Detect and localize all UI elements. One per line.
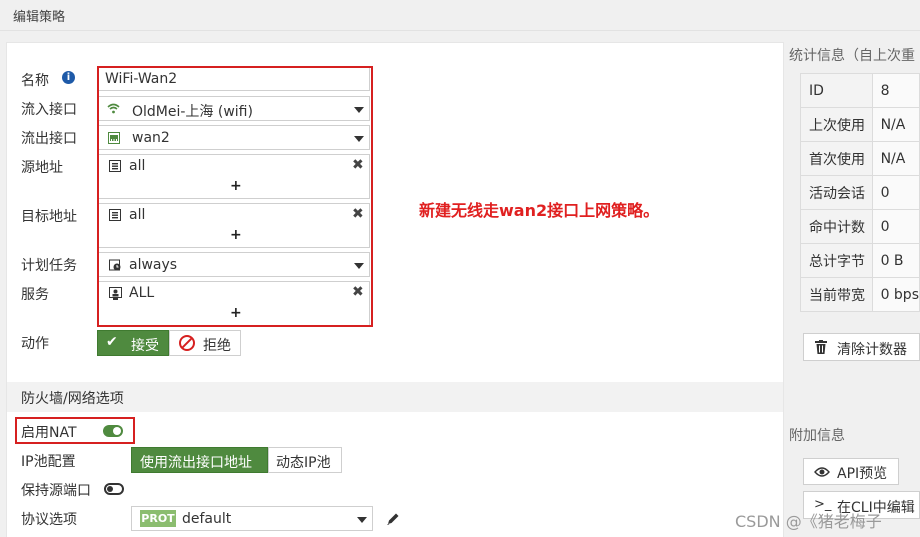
add-destination-button[interactable]: + (230, 227, 242, 243)
add-service-button[interactable]: + (230, 305, 242, 321)
chevron-down-icon (354, 107, 364, 113)
accept-button[interactable]: ✔ 接受 (97, 330, 169, 356)
info-icon[interactable]: i (62, 71, 75, 84)
stat-key: 总计字节 (800, 243, 873, 278)
source-address-value: all (129, 158, 146, 174)
watermark: CSDN @《猪老梅子 (735, 512, 882, 531)
source-address-field[interactable]: all ✖ + (98, 154, 370, 199)
api-preview-label: API预览 (837, 466, 888, 482)
service-icon (109, 287, 122, 300)
protocol-value: default (182, 511, 232, 527)
protocol-options-label: 协议选项 (21, 512, 77, 528)
remove-icon[interactable]: ✖ (352, 157, 364, 173)
stat-value: 0 (871, 209, 920, 244)
eye-icon (814, 467, 830, 477)
outgoing-interface-label: 流出接口 (21, 131, 77, 147)
table-row: 上次使用 N/A (800, 107, 920, 142)
statistics-table: ID 8 上次使用 N/A 首次使用 N/A 活动会话 0 命中计数 0 总计字节 0 B … (800, 73, 920, 312)
service-value: ALL (129, 285, 155, 301)
chevron-down-icon (354, 136, 364, 142)
annotation-text: 新建无线走wan2接口上网策略。 (419, 201, 660, 220)
outgoing-interface-value: wan2 (132, 130, 170, 146)
source-address-label: 源地址 (21, 160, 63, 176)
add-source-button[interactable]: + (230, 178, 242, 194)
policy-form-panel: 名称 i WiFi-Wan2 流入接口 OldMei-上海 (wifi) 流出接… (6, 42, 784, 537)
incoming-interface-label: 流入接口 (21, 102, 77, 118)
stat-value: 8 (871, 73, 920, 108)
use-outgoing-interface-option[interactable]: 使用流出接口地址 (131, 447, 268, 473)
firewall-options-section: 防火墙/网络选项 (7, 382, 783, 412)
stat-value: 0 (871, 175, 920, 210)
dynamic-ip-pool-option[interactable]: 动态IP池 (268, 447, 342, 473)
remove-icon[interactable]: ✖ (352, 206, 364, 222)
destination-address-label: 目标地址 (21, 209, 77, 225)
schedule-select[interactable]: always (98, 252, 370, 277)
edit-pencil-icon[interactable] (385, 511, 401, 527)
check-icon: ✔ (106, 334, 118, 350)
top-bar: 编辑策略 (0, 0, 920, 31)
clear-counters-label: 清除计数器 (837, 342, 907, 358)
page-title: 编辑策略 (13, 10, 66, 25)
name-label: 名称 (21, 73, 49, 89)
chevron-down-icon (354, 263, 364, 269)
preserve-port-label: 保持源端口 (21, 483, 91, 499)
remove-icon[interactable]: ✖ (352, 284, 364, 300)
clear-counters-button[interactable]: 清除计数器 (803, 333, 920, 361)
section-title: 防火墙/网络选项 (21, 391, 124, 407)
schedule-icon (109, 259, 121, 271)
incoming-interface-select[interactable]: OldMei-上海 (wifi) (98, 96, 370, 121)
table-row: 命中计数 0 (800, 209, 920, 244)
incoming-interface-value: OldMei-上海 (wifi) (132, 104, 253, 120)
schedule-label: 计划任务 (21, 258, 77, 274)
deny-label: 拒绝 (203, 338, 231, 354)
name-input-value: WiFi-Wan2 (105, 71, 178, 87)
chevron-down-icon (357, 517, 367, 523)
nat-toggle[interactable] (103, 425, 123, 437)
stat-value: N/A (871, 141, 920, 176)
accept-label: 接受 (131, 338, 159, 354)
protocol-options-select[interactable]: PROT default (131, 506, 373, 531)
table-row: 当前带宽 0 bps (800, 277, 920, 312)
stat-value: N/A (871, 107, 920, 142)
deny-icon (179, 335, 195, 351)
stat-value: 0 B (871, 243, 920, 278)
stat-key: 首次使用 (800, 141, 873, 176)
use-outgoing-interface-label: 使用流出接口地址 (140, 455, 252, 471)
table-row: 首次使用 N/A (800, 141, 920, 176)
stat-key: ID (800, 73, 873, 108)
service-field[interactable]: ALL ✖ + (98, 281, 370, 326)
destination-address-field[interactable]: all ✖ + (98, 203, 370, 248)
name-input[interactable]: WiFi-Wan2 (98, 67, 370, 91)
stat-key: 上次使用 (800, 107, 873, 142)
wifi-icon (107, 103, 120, 114)
table-row: 活动会话 0 (800, 175, 920, 210)
stat-key: 命中计数 (800, 209, 873, 244)
port-icon (108, 132, 120, 144)
destination-address-value: all (129, 207, 146, 223)
protocol-badge: PROT (140, 510, 176, 527)
api-preview-button[interactable]: API预览 (803, 458, 899, 485)
outgoing-interface-select[interactable]: wan2 (98, 125, 370, 150)
stat-key: 当前带宽 (800, 277, 873, 312)
stat-value: 0 bps (871, 277, 920, 312)
nat-label: 启用NAT (21, 425, 77, 441)
dynamic-ip-pool-label: 动态IP池 (276, 455, 331, 471)
address-icon (109, 160, 121, 172)
additional-info-title: 附加信息 (789, 428, 845, 444)
table-row: ID 8 (800, 73, 920, 108)
deny-button[interactable]: 拒绝 (169, 330, 241, 356)
statistics-title: 统计信息（自上次重 (789, 48, 915, 64)
trash-icon (815, 340, 827, 354)
ip-pool-label: IP池配置 (21, 454, 76, 470)
preserve-port-toggle[interactable] (104, 483, 124, 495)
action-label: 动作 (21, 336, 49, 352)
service-label: 服务 (21, 287, 49, 303)
stat-key: 活动会话 (800, 175, 873, 210)
schedule-value: always (129, 257, 178, 273)
table-row: 总计字节 0 B (800, 243, 920, 278)
address-icon (109, 209, 121, 221)
